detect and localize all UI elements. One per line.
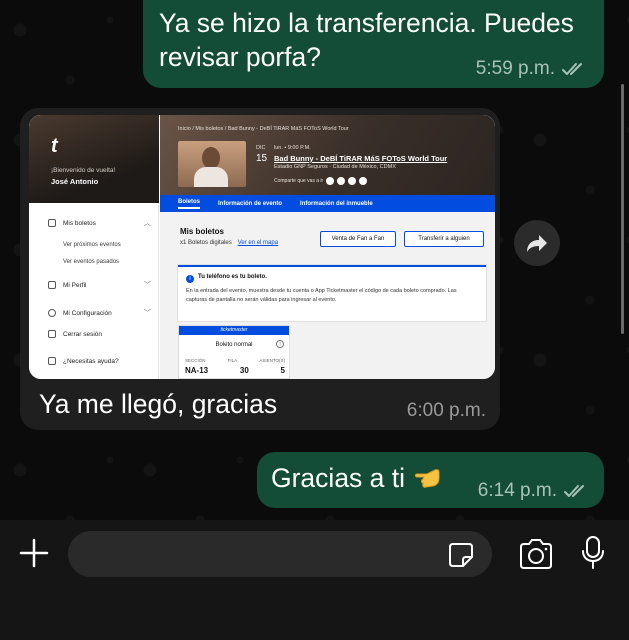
event-day: 15 (256, 153, 268, 164)
message-meta: 6:14 p.m. (478, 480, 590, 502)
help-icon (48, 357, 56, 365)
event-artwork (178, 141, 246, 187)
ticket-headers: SECCIÓN FILA ASIENTO(S) (185, 358, 285, 363)
ticket-icon (48, 219, 56, 227)
message-input[interactable] (84, 531, 444, 577)
share-icon (337, 177, 346, 185)
chevron-up-icon: ︿ (144, 220, 151, 227)
chevron-down-icon: ﹀ (144, 282, 151, 289)
id-card-icon (48, 281, 56, 289)
tab-tickets: Boletos (178, 199, 201, 209)
event-venue: Estadio GNP Seguros · Ciudad de México, … (274, 164, 396, 170)
share-label: Comparte que vas a ir (274, 178, 324, 184)
share-icon (359, 177, 368, 185)
message-outgoing[interactable]: Gracias a ti 6:14 p.m. (257, 452, 604, 508)
sidebar-item-label: ¿Necesitas ayuda? (63, 357, 119, 365)
ticketmaster-logo: t (51, 135, 58, 157)
ticket-seat: 5 (280, 366, 285, 375)
sidebar-item-label: Mi Configuración (63, 309, 112, 317)
sidebar-link-past: Ver eventos pasados (63, 259, 120, 265)
share-row: Comparte que vas a ir (274, 177, 368, 185)
tickets-count-row: x1 Boletos digitales Ver en el mapa (180, 240, 278, 246)
plus-icon[interactable] (18, 537, 50, 569)
tab-event-info: Información de evento (218, 200, 283, 207)
ticket-card: ticketmaster Boleto normal i SECCIÓN FIL… (178, 325, 290, 379)
breadcrumb: Inicio / Mis boletos / Bad Bunny - DeBÍ … (178, 126, 349, 132)
message-text: Gracias a ti (271, 463, 406, 493)
tickets-card-title: Mis boletos (180, 227, 225, 236)
message-time: 5:59 p.m. (475, 58, 555, 79)
gear-icon (48, 309, 56, 317)
sidebar-item-label: Cerrar sesión (63, 330, 103, 338)
attached-screenshot[interactable]: t ¡Bienvenido de vuelta! José Antonio Mi… (29, 115, 495, 379)
event-time: lun. • 9:00 P.M. (274, 145, 311, 151)
message-text-row: Gracias a ti (271, 462, 441, 494)
message-meta: 5:59 p.m. (476, 58, 588, 80)
sidebar-link-upcoming: Ver próximos eventos (63, 242, 121, 248)
tickets-card: Mis boletos x1 Boletos digitales Ver en … (178, 225, 486, 321)
welcome-text: ¡Bienvenido de vuelta! (51, 167, 116, 174)
ticket-values: NA-13 30 5 (185, 366, 285, 375)
ticket-row: 30 (239, 366, 249, 375)
artwork-figure (202, 147, 220, 169)
info-icon: i (186, 275, 194, 283)
sticker-icon[interactable] (447, 541, 475, 569)
logout-icon (48, 330, 56, 338)
ticket-header-row: FILA (227, 358, 238, 363)
tab-venue-info: Información del inmueble (300, 200, 373, 207)
transfer-button: Transferir a alguien (404, 231, 484, 247)
sidebar-header: t ¡Bienvenido de vuelta! José Antonio (29, 115, 159, 203)
sell-fan-to-fan-button: Venta de Fan a Fan (320, 231, 396, 247)
message-time: 6:00 p.m. (406, 400, 486, 421)
backhand-index-pointing-left-icon (415, 469, 440, 488)
read-receipt-icon (562, 63, 582, 75)
ticket-section: NA-13 (185, 366, 209, 375)
message-input-container[interactable] (68, 531, 492, 577)
ticketmaster-main: Inicio / Mis boletos / Bad Bunny - DeBÍ … (160, 115, 495, 379)
chevron-down-icon: ﹀ (144, 310, 151, 317)
ticket-header-section: SECCIÓN (185, 358, 206, 363)
sidebar-item-label: Mi Perfil (63, 281, 87, 289)
message-outgoing[interactable]: Ya se hizo la transferencia. Puedes revi… (143, 0, 604, 88)
event-title: Bad Bunny - DeBÍ TiRAR MáS FOToS World T… (274, 154, 448, 163)
info-alert: i Tu teléfono es tu boleto. En la entrad… (178, 265, 486, 321)
info-icon: i (276, 340, 284, 348)
alert-body: En la entrada del evento, muestra desde … (186, 288, 457, 303)
ticketmaster-brand: ticketmaster (179, 326, 289, 335)
event-hero: Inicio / Mis boletos / Bad Bunny - DeBÍ … (160, 115, 495, 195)
share-icon (348, 177, 357, 185)
forward-button[interactable] (514, 220, 560, 266)
microphone-icon[interactable] (580, 535, 606, 571)
message-meta: 6:00 p.m. (407, 400, 486, 422)
share-icon (326, 177, 335, 185)
scrollbar[interactable] (621, 84, 624, 334)
map-link: Ver en el mapa (237, 240, 279, 246)
message-incoming[interactable]: t ¡Bienvenido de vuelta! José Antonio Mi… (20, 108, 500, 430)
event-month: DIC (256, 145, 266, 151)
message-text: Ya me llegó, gracias (39, 389, 278, 419)
ticket-type: Boleto normal (215, 342, 253, 348)
tickets-count: x1 Boletos digitales (180, 240, 232, 246)
read-receipt-icon (564, 485, 584, 497)
sidebar-item-label: Mis boletos (63, 219, 96, 227)
message-time: 6:14 p.m. (477, 480, 557, 501)
user-name: José Antonio (51, 177, 99, 186)
alert-title: Tu teléfono es tu boleto. (198, 274, 267, 280)
camera-icon[interactable] (518, 539, 554, 569)
share-arrow-icon (527, 235, 547, 252)
ticketmaster-sidebar: t ¡Bienvenido de vuelta! José Antonio Mi… (29, 115, 159, 379)
ticket-header-seat: ASIENTO(S) (259, 358, 285, 363)
event-tabs: Boletos Información de evento Informació… (160, 195, 495, 212)
artwork-figure-body (194, 167, 228, 187)
